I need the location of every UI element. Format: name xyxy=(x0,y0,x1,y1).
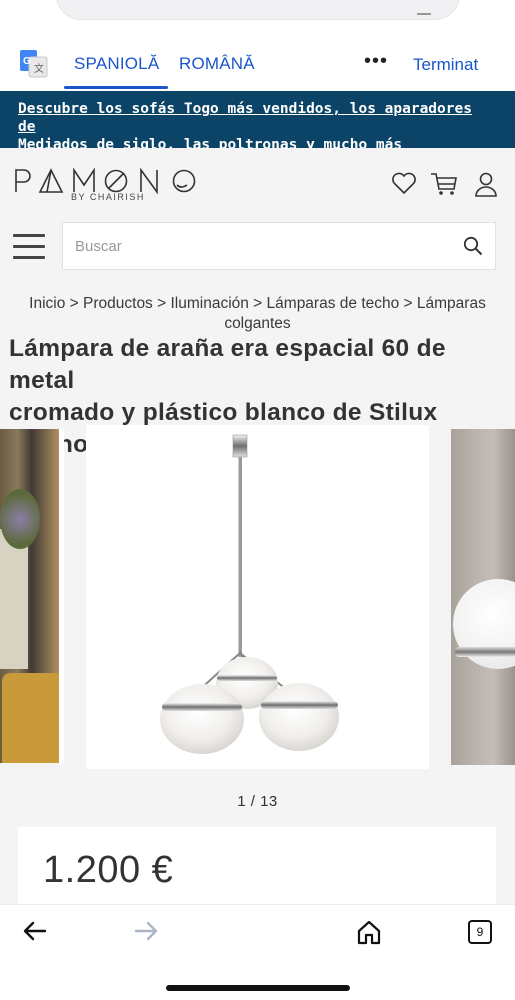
promo-line-1[interactable]: Descubre los sofás Togo más vendidos, lo… xyxy=(18,100,497,136)
product-price: 1.200 € xyxy=(43,849,174,891)
more-options-button[interactable]: ••• xyxy=(364,50,388,73)
chandelier-image xyxy=(160,434,339,754)
image-detail-chair xyxy=(2,673,59,763)
home-icon[interactable] xyxy=(356,919,382,945)
heart-icon[interactable] xyxy=(391,171,417,195)
translate-bar: G 文 SPANIOLĂ ROMÂNĂ ••• Terminat xyxy=(0,38,515,90)
next-slide-image[interactable] xyxy=(451,429,515,765)
url-bar-handle xyxy=(417,13,431,15)
menu-icon[interactable] xyxy=(13,234,45,260)
browser-bottom-nav: 9 xyxy=(0,904,515,1000)
google-translate-icon: G 文 xyxy=(20,50,48,78)
home-indicator xyxy=(166,985,350,991)
breadcrumb-line-2[interactable]: colgantes xyxy=(6,314,509,334)
tab-source-language[interactable]: SPANIOLĂ xyxy=(74,54,159,74)
svg-text:文: 文 xyxy=(34,62,44,75)
search-row: Buscar xyxy=(0,222,515,288)
image-detail-plant xyxy=(0,489,40,549)
cart-icon[interactable] xyxy=(430,171,458,197)
logo-subtitle: BY CHAIRISH xyxy=(71,192,145,202)
site-header: BY CHAIRISH xyxy=(0,148,515,222)
product-content: Inicio > Productos > Iluminación > Lámpa… xyxy=(0,288,515,917)
search-icon[interactable] xyxy=(463,236,483,256)
image-detail-ring xyxy=(455,647,515,657)
main-product-image[interactable] xyxy=(86,425,429,769)
promo-banner[interactable]: Descubre los sofás Togo más vendidos, lo… xyxy=(0,91,515,153)
search-input[interactable]: Buscar xyxy=(75,238,122,255)
user-account-icon[interactable] xyxy=(475,171,497,197)
search-box[interactable]: Buscar xyxy=(62,222,496,270)
breadcrumb[interactable]: Inicio > Productos > Iluminación > Lámpa… xyxy=(0,294,515,334)
active-tab-underline xyxy=(64,86,168,89)
back-arrow-icon[interactable] xyxy=(22,919,48,943)
forward-arrow-icon[interactable] xyxy=(133,919,159,943)
image-detail-cabinet xyxy=(0,529,28,669)
done-button[interactable]: Terminat xyxy=(413,55,478,75)
url-bar[interactable] xyxy=(56,0,460,20)
tabs-count-button[interactable]: 9 xyxy=(468,920,492,944)
tab-target-language[interactable]: ROMÂNĂ xyxy=(179,54,255,74)
svg-text:G: G xyxy=(23,56,31,67)
image-carousel[interactable] xyxy=(0,425,515,771)
previous-slide-image[interactable] xyxy=(0,429,64,763)
breadcrumb-line-1[interactable]: Inicio > Productos > Iluminación > Lámpa… xyxy=(6,294,509,314)
product-title-line-1: Lámpara de araña era espacial 60 de meta… xyxy=(9,335,446,394)
image-counter: 1 / 13 xyxy=(237,793,278,810)
